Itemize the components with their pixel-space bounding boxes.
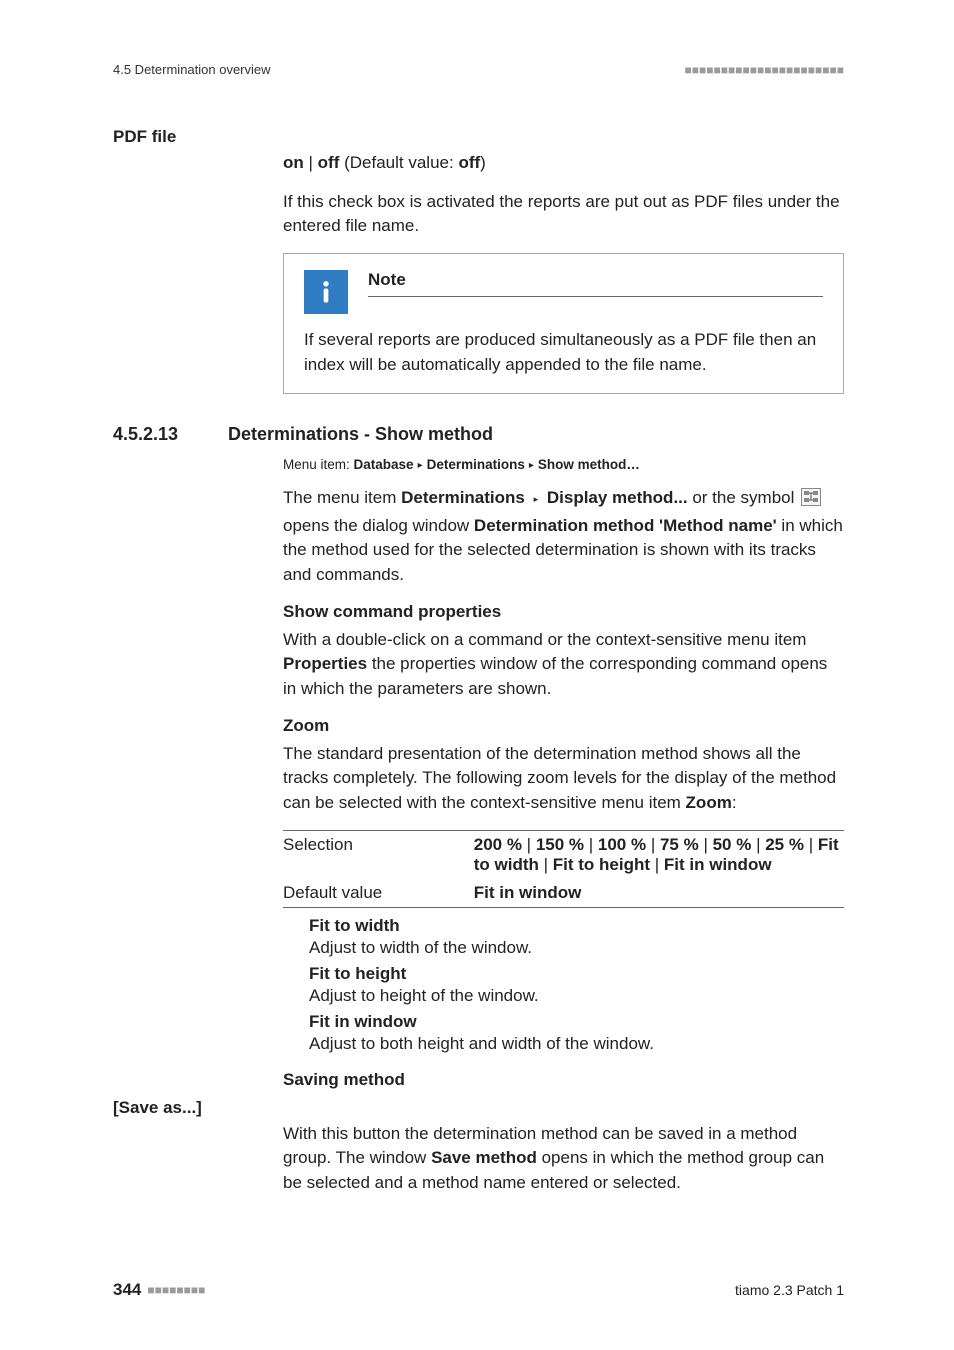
sel-val-4: 50 % [713, 835, 752, 854]
zoom-title: Zoom [283, 716, 844, 736]
arrow-icon: ▸ [530, 494, 543, 504]
default-value: Fit in window [474, 879, 844, 908]
opt-term-0: Fit to width [309, 916, 844, 936]
opt-term-1: Fit to height [309, 964, 844, 984]
method-tree-icon [801, 488, 821, 514]
menu-prefix: Menu item: [283, 457, 354, 472]
show-cmd-a: With a double-click on a command or the … [283, 630, 806, 649]
zoom-a: The standard presentation of the determi… [283, 744, 836, 812]
sel-val-2: 100 % [598, 835, 646, 854]
sel-val-3: 75 % [660, 835, 699, 854]
saving-body: With this button the determination metho… [283, 1122, 844, 1196]
table-row-selection: Selection 200 % | 150 % | 100 % | 75 % |… [283, 830, 844, 879]
saving-b: Save method [431, 1148, 537, 1167]
sel-val-8: Fit in window [664, 855, 772, 874]
pdf-on: on [283, 153, 304, 172]
note-box: Note If several reports are produced sim… [283, 253, 844, 394]
footer-dots: ■■■■■■■■ [147, 1283, 205, 1297]
info-icon [304, 270, 348, 314]
table-row-default: Default value Fit in window [283, 879, 844, 908]
sel-val-0: 200 % [474, 835, 522, 854]
opt-desc-0: Adjust to width of the window. [309, 938, 844, 958]
zoom-body: The standard presentation of the determi… [283, 742, 844, 816]
section-intro: The menu item Determinations ▸ Display m… [283, 486, 844, 588]
note-body: If several reports are produced simultan… [304, 328, 823, 377]
intro-b2: Display method... [547, 488, 688, 507]
pdf-file-heading: PDF file [113, 127, 273, 147]
note-title: Note [368, 270, 823, 290]
sel-val-1: 150 % [536, 835, 584, 854]
arrow-icon: ▸ [525, 460, 538, 471]
zoom-b: Zoom [686, 793, 732, 812]
opt-desc-2: Adjust to both height and width of the w… [309, 1034, 844, 1054]
section-title: Determinations - Show method [228, 424, 493, 445]
intro-c: or the symbol [688, 488, 800, 507]
footer-right: tiamo 2.3 Patch 1 [735, 1282, 844, 1298]
menu-b2: Determinations [427, 457, 525, 472]
section-number: 4.5.2.13 [113, 424, 228, 445]
sel-val-7: Fit to height [553, 855, 650, 874]
menu-b3: Show method… [538, 457, 640, 472]
zoom-c: : [732, 793, 737, 812]
pdf-body: If this check box is activated the repor… [283, 190, 844, 239]
pdf-default-label: (Default value: [339, 153, 458, 172]
pdf-off: off [318, 153, 340, 172]
zoom-options: Fit to width Adjust to width of the wind… [309, 916, 844, 1054]
zoom-table: Selection 200 % | 150 % | 100 % | 75 % |… [283, 830, 844, 908]
pdf-default-close: ) [480, 153, 486, 172]
pdf-default-value: off [458, 153, 480, 172]
show-cmd-body: With a double-click on a command or the … [283, 628, 844, 702]
arrow-icon: ▸ [414, 460, 427, 471]
selection-label: Selection [283, 830, 474, 879]
pdf-default-line: on | off (Default value: off) [283, 151, 844, 176]
intro-d: opens the dialog window [283, 516, 474, 535]
show-cmd-title: Show command properties [283, 602, 844, 622]
intro-e: Determination method 'Method name' [474, 516, 777, 535]
header-dots: ■■■■■■■■■■■■■■■■■■■■■■ [685, 63, 844, 77]
intro-b1: Determinations [401, 488, 525, 507]
sel-val-5: 25 % [765, 835, 804, 854]
menu-path: Menu item: Database▸Determinations▸Show … [283, 457, 844, 472]
selection-values: 200 % | 150 % | 100 % | 75 % | 50 % | 25… [474, 830, 844, 879]
running-header-left: 4.5 Determination overview [113, 62, 271, 77]
default-label: Default value [283, 879, 474, 908]
save-as-heading: [Save as...] [113, 1098, 273, 1118]
opt-term-2: Fit in window [309, 1012, 844, 1032]
saving-title: Saving method [283, 1070, 844, 1090]
show-cmd-b: Properties [283, 654, 367, 673]
menu-b1: Database [354, 457, 414, 472]
page-number: 344 [113, 1280, 141, 1300]
opt-desc-1: Adjust to height of the window. [309, 986, 844, 1006]
intro-a: The menu item [283, 488, 401, 507]
